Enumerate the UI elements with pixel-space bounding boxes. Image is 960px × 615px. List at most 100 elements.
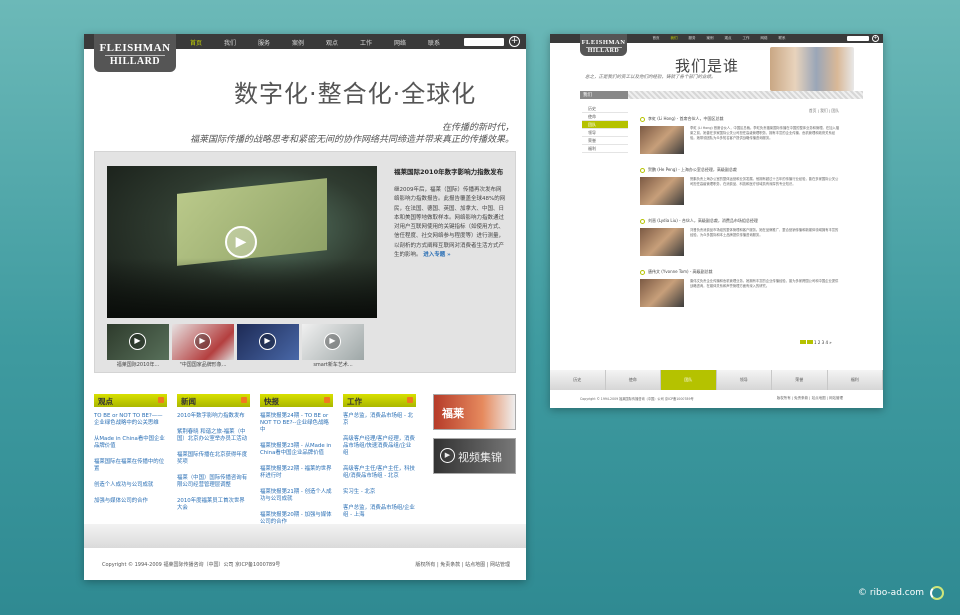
feature-more-link[interactable]: 进入专题 » (423, 252, 450, 258)
nav-insights[interactable]: 观点 (719, 36, 737, 41)
column-header[interactable]: 快报 (260, 394, 333, 407)
article-link[interactable]: 福莱国际传播在北京获得年度奖项 (177, 452, 250, 466)
brand-logo[interactable]: FLEISHMAN HILLARD (94, 34, 176, 72)
tab-benefits[interactable]: 福利 (828, 370, 883, 390)
column-header[interactable]: 新闻 (177, 394, 250, 407)
rss-icon[interactable] (324, 397, 330, 403)
column-jobs: 工作 客户总监，消费品市场组 - 北京 高级客户经理/客户经理，消费品市场组/快… (343, 394, 416, 535)
bullet-icon (640, 218, 645, 224)
video-collection-banner[interactable]: ▶ 视频集锦 (433, 438, 516, 474)
tab-honors[interactable]: 荣誉 (772, 370, 828, 390)
article-link[interactable]: 福莱快报第24期 - TO BE or NOT TO BE?--企业绿色战略中 (260, 413, 333, 434)
search-input[interactable] (464, 38, 504, 46)
article-link[interactable]: 福莱（中国）国际传播咨询有限公司经营管理层调整 (177, 475, 250, 489)
thumb-caption[interactable]: 福莱国际2010年... (107, 361, 169, 368)
promo-banner[interactable]: 福莱 (433, 394, 516, 430)
sidebar-item[interactable]: 使命 (582, 113, 628, 121)
article-link[interactable]: 紫荆春晓 和谐之旅-福莱（中国）北京办公室举办员工活动 (177, 429, 250, 443)
bottom-tabs: 历史 使命 团队 领导 荣誉 福利 (550, 370, 883, 390)
bullet-icon (640, 116, 645, 122)
rss-icon[interactable] (241, 397, 247, 403)
feature-panel: ▶ 福莱国际2010年数字影响力指数发布 继2009年后，福莱（国际）传播再次发… (94, 151, 516, 373)
article-link[interactable]: 福莱快报第22期 - 福莱的世界杯进行时 (260, 466, 333, 480)
article-link[interactable]: 客户总监，消费品市场组 - 北京 (343, 413, 416, 427)
member-photo (640, 279, 684, 307)
nav-insights[interactable]: 观点 (315, 38, 349, 47)
member-name[interactable]: 贺鹏 (He Peng) - 上海办公室总经理，高级副总裁 (648, 167, 737, 173)
article-link[interactable]: 从Made in China看中国企业品牌价值 (94, 436, 167, 450)
video-thumb-1[interactable]: ▶ (107, 324, 169, 360)
article-link[interactable]: 福莱国际在福莱在传播中的位置 (94, 459, 167, 473)
search-input[interactable] (847, 36, 869, 41)
section-tab[interactable]: 我们 (580, 91, 628, 99)
nav-cases[interactable]: 案例 (281, 38, 315, 47)
column-header[interactable]: 观点 (94, 394, 167, 407)
article-link[interactable]: 2010年度福莱员工首次世界大会 (177, 498, 250, 512)
sidebar-item[interactable]: 领导 (582, 129, 628, 137)
video-thumb-3[interactable]: ▶ (237, 324, 299, 360)
search-button[interactable]: + (509, 36, 520, 47)
nav-services[interactable]: 服务 (683, 36, 701, 41)
nav-careers[interactable]: 工作 (349, 38, 383, 47)
feature-text: 福莱国际2010年数字影响力指数发布 继2009年后，福莱（国际）传播再次发布网… (394, 166, 506, 260)
thumb-caption[interactable] (237, 361, 299, 368)
column-header[interactable]: 工作 (343, 394, 416, 407)
tab-mission[interactable]: 使命 (606, 370, 661, 390)
nav-home[interactable]: 首页 (179, 38, 213, 47)
sidebar-item-active[interactable]: 团队 (582, 121, 628, 129)
tab-history[interactable]: 历史 (550, 370, 606, 390)
thumb-caption[interactable]: "中国国家品牌形象... (172, 361, 234, 368)
nav-network[interactable]: 网络 (383, 38, 417, 47)
tab-team[interactable]: 团队 (661, 370, 717, 390)
rss-icon[interactable] (158, 397, 164, 403)
member-name[interactable]: 李虹 (Li Hong) - 首席合伙人，中国区总裁 (648, 116, 724, 122)
member-photo (640, 228, 684, 256)
brand-logo[interactable]: FLEISHMAN HILLARD (580, 34, 627, 56)
thumbnail-captions: 福莱国际2010年... "中国国家品牌形象... smart新车艺术... (107, 361, 377, 368)
nav-contact[interactable]: 联系 (417, 38, 451, 47)
column-news: 新闻 2010年数字影响力指数发布 紫荆春晓 和谐之旅-福莱（中国）北京办公室举… (177, 394, 250, 535)
nav-contact[interactable]: 联系 (773, 36, 791, 41)
column-insights: 观点 TO BE or NOT TO BE?——企业绿色战略中的公关思维 从Ma… (94, 394, 167, 535)
sidebar-item[interactable]: 福利 (582, 145, 628, 153)
member-name[interactable]: 唐伟文 (Yvonne Tom) - 高级副总裁 (648, 269, 713, 275)
play-icon[interactable]: ▶ (225, 226, 257, 258)
article-link[interactable]: 高级客户经理/客户经理，消费品市场组/快速消费品组/企业组 (343, 436, 416, 457)
video-thumb-4[interactable]: ▶ (302, 324, 364, 360)
sidebar-item[interactable]: 荣誉 (582, 137, 628, 145)
video-player[interactable]: ▶ (107, 166, 377, 318)
nav-about[interactable]: 我们 (665, 36, 683, 41)
video-thumb-2[interactable]: ▶ (172, 324, 234, 360)
hero-slogan: 数字化·整合化·全球化 (234, 80, 477, 108)
footer-links[interactable]: 版权所有 | 免责条款 | 站点地图 | 网站管理 (415, 561, 510, 568)
sidebar-item[interactable]: 历史 (582, 105, 628, 113)
article-link[interactable]: 实习生 - 北京 (343, 489, 416, 496)
nav-about[interactable]: 我们 (213, 38, 247, 47)
nav-careers[interactable]: 工作 (737, 36, 755, 41)
copyright-text: Copyright © 1994-2009 福莱国际传播咨询（中国）公司 京IC… (580, 397, 694, 401)
breadcrumb[interactable]: 首页 | 我们 | 团队 (809, 108, 839, 114)
nav-services[interactable]: 服务 (247, 38, 281, 47)
nav-home[interactable]: 首页 (647, 36, 665, 41)
article-link[interactable]: 创造个人成功与公司成就 (94, 482, 167, 489)
watermark-text: © ribo-ad.com (857, 588, 924, 598)
tab-leadership[interactable]: 领导 (717, 370, 772, 390)
article-link[interactable]: 2010年数字影响力指数发布 (177, 413, 250, 420)
article-link[interactable]: TO BE or NOT TO BE?——企业绿色战略中的公关思维 (94, 413, 167, 427)
member-photo (640, 177, 684, 205)
pagination[interactable]: 1 2 3 4 » (800, 340, 832, 345)
article-link[interactable]: 客户总监，消费品市场组/企业组 - 上海 (343, 505, 416, 519)
nav-cases[interactable]: 案例 (701, 36, 719, 41)
banner-label: 视频集锦 (458, 451, 502, 464)
nav-network[interactable]: 网络 (755, 36, 773, 41)
article-link[interactable]: 加强与媒体公司的合作 (94, 498, 167, 505)
member-photo (640, 126, 684, 154)
footer-links[interactable]: 版权所有 | 免责条款 | 站点地图 | 网站管理 (777, 396, 843, 401)
article-link[interactable]: 福莱快报第23期 - 从Made in China看中国企业品牌价值 (260, 443, 333, 457)
article-link[interactable]: 高级客户主任/客户主任，科技组/消费品市场组 - 北京 (343, 466, 416, 480)
thumb-caption[interactable]: smart新车艺术... (302, 361, 364, 368)
article-link[interactable]: 福莱快报第21期 - 创造个人成功与公司成就 (260, 489, 333, 503)
member-name[interactable]: 刘晋 (Lydia Liu) - 合伙人，高级副总裁，消费品市场组总经理 (648, 218, 758, 224)
rss-icon[interactable] (407, 397, 413, 403)
search-button[interactable]: + (872, 35, 879, 42)
